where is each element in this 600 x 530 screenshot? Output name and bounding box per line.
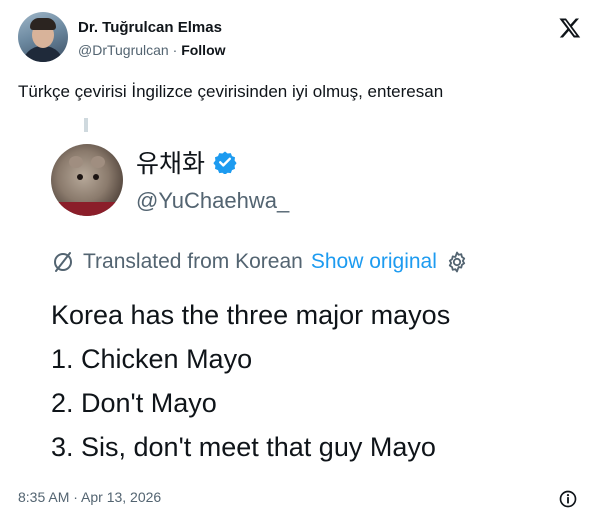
quoted-line: 2. Don't Mayo: [51, 388, 217, 418]
author-handle[interactable]: @DrTugrulcan: [78, 42, 169, 58]
translated-label: Translated from Korean: [83, 250, 303, 273]
info-icon[interactable]: [558, 489, 578, 509]
timestamp[interactable]: 8:35 AM · Apr 13, 2026: [18, 489, 161, 505]
thread-line: [84, 118, 88, 132]
follow-button[interactable]: Follow: [181, 42, 225, 58]
quoted-text: Korea has the three major mayos 1. Chick…: [51, 293, 450, 469]
quoted-line: 1. Chicken Mayo: [51, 344, 253, 374]
gear-icon[interactable]: [445, 250, 469, 274]
x-logo-icon[interactable]: [558, 16, 582, 40]
embedded-screenshot: 유채화 @YuChaehwa_ Translated from Korean S…: [20, 118, 580, 476]
author-avatar[interactable]: [18, 12, 68, 62]
author-handle-line: @DrTugrulcan · Follow: [78, 42, 226, 58]
translation-bar: Translated from Korean Show original: [51, 250, 469, 274]
translate-icon: [54, 252, 72, 272]
show-original-link[interactable]: Show original: [311, 250, 437, 274]
tweet-header: Dr. Tuğrulcan Elmas @DrTugrulcan · Follo…: [18, 12, 588, 64]
quoted-avatar[interactable]: [51, 144, 123, 216]
separator: ·: [172, 42, 178, 58]
quoted-name-row: 유채화: [136, 144, 237, 180]
verified-badge-icon: [213, 151, 237, 174]
quoted-line: Korea has the three major mayos: [51, 300, 451, 330]
quoted-name[interactable]: 유채화: [136, 144, 205, 180]
author-name[interactable]: Dr. Tuğrulcan Elmas: [78, 19, 222, 36]
quoted-line: 3. Sis, don't meet that guy Mayo: [51, 432, 436, 462]
quoted-handle[interactable]: @YuChaehwa_: [136, 188, 289, 214]
tweet-text: Türkçe çevirisi İngilizce çevirisinden i…: [18, 82, 444, 101]
